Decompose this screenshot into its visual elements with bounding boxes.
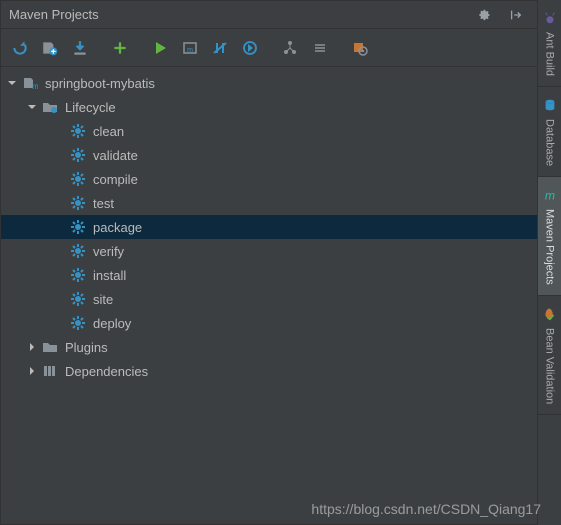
collapse-all-icon[interactable] xyxy=(307,35,333,61)
phase-label: package xyxy=(93,220,142,235)
gear-icon xyxy=(69,218,87,236)
maven-module-icon: m xyxy=(21,74,39,92)
chevron-down-icon[interactable] xyxy=(5,76,19,90)
lifecycle-phase[interactable]: install xyxy=(1,263,537,287)
sidetab-bean-validation[interactable]: Bean Validation xyxy=(538,296,561,415)
gear-icon xyxy=(69,122,87,140)
lifecycle-phase[interactable]: compile xyxy=(1,167,537,191)
reimport-icon[interactable] xyxy=(7,35,33,61)
folder-icon xyxy=(41,338,59,356)
sidetab-label: Database xyxy=(544,119,556,166)
phase-label: clean xyxy=(93,124,124,139)
sidetab-ant-build[interactable]: Ant Build xyxy=(538,0,561,87)
download-sources-icon[interactable] xyxy=(67,35,93,61)
lifecycle-phase[interactable]: test xyxy=(1,191,537,215)
phase-label: site xyxy=(93,292,113,307)
library-icon xyxy=(41,362,59,380)
ant-icon xyxy=(542,10,558,26)
folder-icon xyxy=(41,98,59,116)
plugins-node[interactable]: Plugins xyxy=(1,335,537,359)
toggle-skip-tests-icon[interactable] xyxy=(237,35,263,61)
execute-goal-icon[interactable]: m xyxy=(177,35,203,61)
sidetab-label: Maven Projects xyxy=(544,209,556,285)
lifecycle-phase[interactable]: site xyxy=(1,287,537,311)
generate-sources-icon[interactable] xyxy=(37,35,63,61)
gear-icon xyxy=(69,242,87,260)
lifecycle-phase[interactable]: deploy xyxy=(1,311,537,335)
add-maven-project-icon[interactable] xyxy=(107,35,133,61)
svg-text:m: m xyxy=(544,189,554,203)
hide-icon[interactable] xyxy=(503,2,529,28)
tree-label: springboot-mybatis xyxy=(45,76,155,91)
svg-text:m: m xyxy=(187,47,193,54)
sidetab-label: Bean Validation xyxy=(544,328,556,404)
gear-icon xyxy=(69,266,87,284)
phase-label: verify xyxy=(93,244,124,259)
lifecycle-phase[interactable]: validate xyxy=(1,143,537,167)
gear-icon xyxy=(69,170,87,188)
dependencies-node[interactable]: Dependencies xyxy=(1,359,537,383)
toggle-offline-icon[interactable] xyxy=(207,35,233,61)
right-sidebar: Ant Build Database m Maven Projects Bean… xyxy=(537,0,561,525)
sidetab-maven-projects[interactable]: m Maven Projects xyxy=(538,177,561,296)
phase-label: deploy xyxy=(93,316,131,331)
show-dependencies-icon[interactable] xyxy=(277,35,303,61)
bean-validation-icon xyxy=(542,306,558,322)
maven-icon: m xyxy=(542,187,558,203)
gear-icon xyxy=(69,194,87,212)
tree-root[interactable]: m springboot-mybatis xyxy=(1,71,537,95)
settings-icon[interactable] xyxy=(471,2,497,28)
run-icon[interactable] xyxy=(147,35,173,61)
lifecycle-node[interactable]: Lifecycle xyxy=(1,95,537,119)
panel-title: Maven Projects xyxy=(9,7,471,22)
sidetab-label: Ant Build xyxy=(544,32,556,76)
maven-settings-icon[interactable] xyxy=(347,35,373,61)
sidetab-database[interactable]: Database xyxy=(538,87,561,177)
lifecycle-phase[interactable]: package xyxy=(1,215,537,239)
panel-header: Maven Projects xyxy=(1,1,537,29)
lifecycle-phase[interactable]: clean xyxy=(1,119,537,143)
chevron-right-icon[interactable] xyxy=(25,364,39,378)
phase-label: test xyxy=(93,196,114,211)
lifecycle-phase[interactable]: verify xyxy=(1,239,537,263)
chevron-right-icon[interactable] xyxy=(25,340,39,354)
database-icon xyxy=(542,97,558,113)
gear-icon xyxy=(69,314,87,332)
toolbar: m xyxy=(1,29,537,67)
svg-text:m: m xyxy=(32,82,38,91)
gear-icon xyxy=(69,146,87,164)
phase-label: compile xyxy=(93,172,138,187)
project-tree: m springboot-mybatis Lifecycle clean vali… xyxy=(1,67,537,524)
chevron-down-icon[interactable] xyxy=(25,100,39,114)
tree-label: Dependencies xyxy=(65,364,148,379)
phase-label: validate xyxy=(93,148,138,163)
tree-label: Lifecycle xyxy=(65,100,116,115)
tree-label: Plugins xyxy=(65,340,108,355)
gear-icon xyxy=(69,290,87,308)
phase-label: install xyxy=(93,268,126,283)
